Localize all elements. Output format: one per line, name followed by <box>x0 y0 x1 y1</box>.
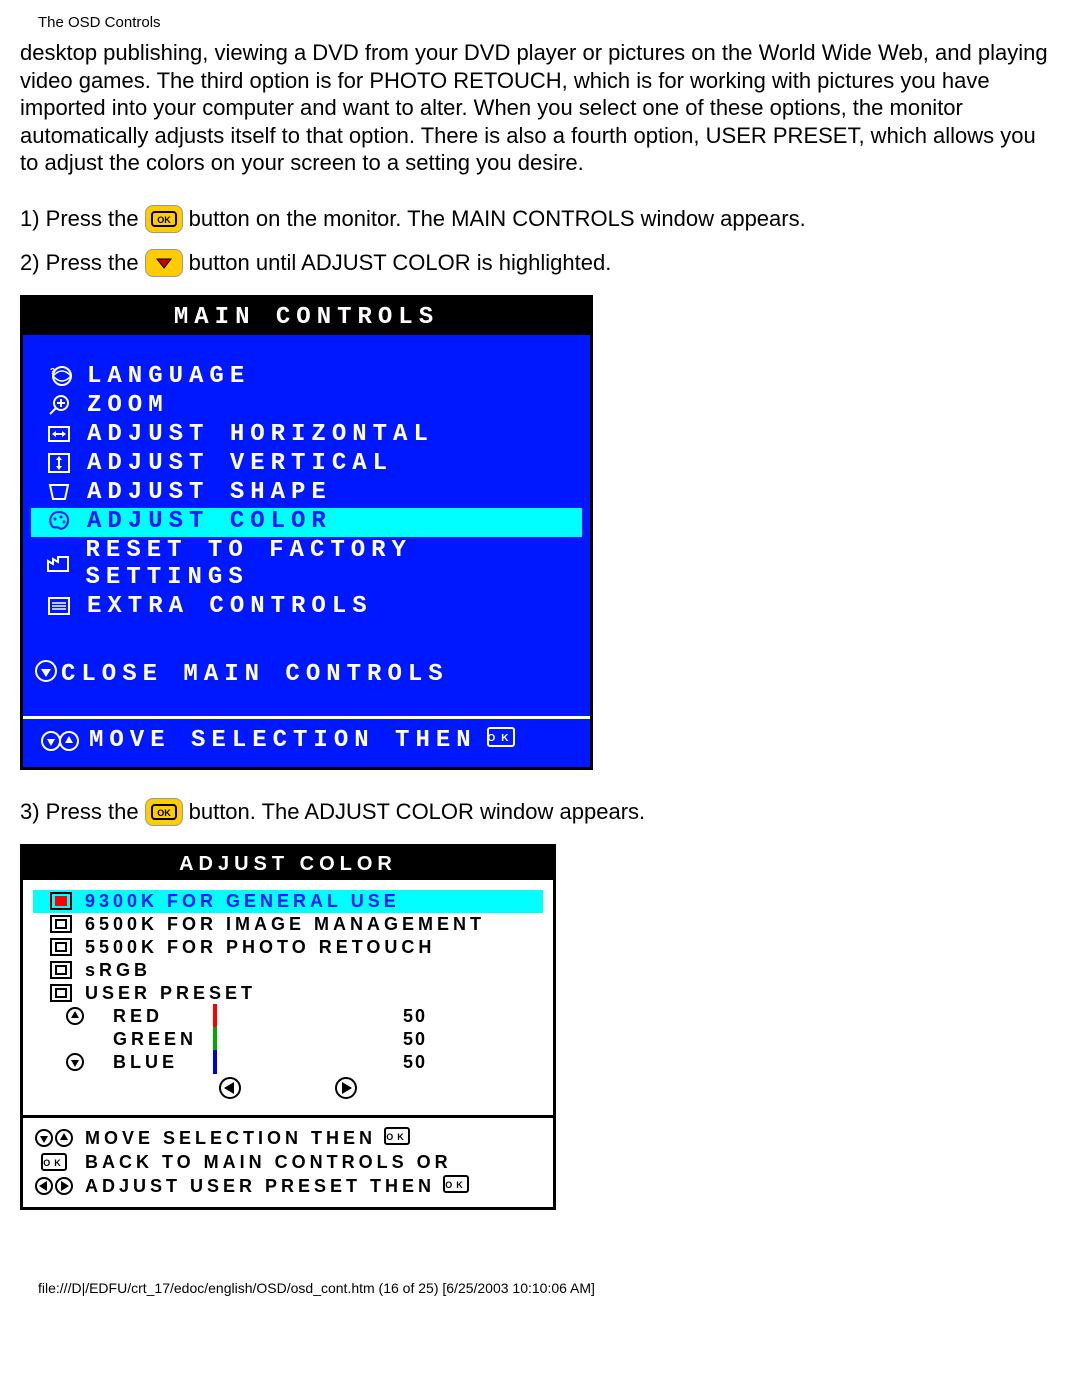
ok-button-icon: OK <box>145 205 183 233</box>
menu-label: LANGUAGE <box>87 363 250 390</box>
green-bar <box>213 1027 217 1051</box>
red-bar <box>213 1004 217 1028</box>
left-right-controls <box>33 1074 543 1109</box>
step-2-text-b: button until ADJUST COLOR is highlighted… <box>189 250 612 276</box>
slider-red[interactable]: RED 50 <box>33 1005 543 1028</box>
footer-text-1: MOVE SELECTION THEN <box>85 1128 376 1149</box>
menu-label: EXTRA CONTROLS <box>87 593 373 620</box>
ok-icon: OK <box>384 1127 410 1150</box>
close-label: CLOSE MAIN CONTROLS <box>61 661 449 688</box>
ok-button-icon: OK <box>145 798 183 826</box>
slider-green[interactable]: GREEN 50 <box>33 1028 543 1051</box>
color-item-5500k[interactable]: 5500K FOR PHOTO RETOUCH <box>33 936 543 959</box>
svg-text:?: ? <box>50 367 61 377</box>
svg-text:OK: OK <box>157 215 171 225</box>
menu-item-adjust-color[interactable]: ADJUST COLOR <box>31 508 582 537</box>
svg-text:OK: OK <box>157 808 171 818</box>
menu-item-close[interactable]: CLOSE MAIN CONTROLS <box>31 658 582 692</box>
footer-text-2: BACK TO MAIN CONTROLS OR <box>85 1152 452 1173</box>
main-controls-title: MAIN CONTROLS <box>23 298 590 335</box>
box-icon <box>37 984 85 1002</box>
box-icon <box>37 915 85 933</box>
menu-item-reset[interactable]: RESET TO FACTORY SETTINGS <box>31 537 582 593</box>
slider-value: 50 <box>383 1029 433 1050</box>
adjust-color-footer: MOVE SELECTION THEN OK OK BACK TO MAIN C… <box>23 1115 553 1207</box>
slider-label: BLUE <box>113 1052 213 1073</box>
menu-item-adjust-shape[interactable]: ADJUST SHAPE <box>31 479 582 508</box>
page-header: The OSD Controls <box>38 14 1060 31</box>
list-icon <box>31 593 87 619</box>
menu-item-adjust-vertical[interactable]: ADJUST VERTICAL <box>31 450 582 479</box>
item-label: 9300K FOR GENERAL USE <box>85 891 400 912</box>
step-3-text-a: 3) Press the <box>20 799 139 825</box>
ok-icon: OK <box>487 727 515 755</box>
svg-text:OK: OK <box>445 1180 467 1190</box>
svg-text:OK: OK <box>487 733 514 744</box>
step-1: 1) Press the OK button on the monitor. T… <box>20 205 1060 233</box>
step-1-text-b: button on the monitor. The MAIN CONTROLS… <box>189 206 806 232</box>
step-3: 3) Press the OK button. The ADJUST COLOR… <box>20 798 1060 826</box>
left-right-icon <box>31 1176 77 1196</box>
slider-blue[interactable]: BLUE 50 <box>33 1051 543 1074</box>
slider-label: GREEN <box>113 1029 213 1050</box>
menu-label: ZOOM <box>87 392 169 419</box>
adjust-color-title: ADJUST COLOR <box>23 847 553 880</box>
menu-item-adjust-horizontal[interactable]: ADJUST HORIZONTAL <box>31 421 582 450</box>
globe-icon: ? <box>31 363 87 389</box>
vertical-icon <box>31 450 87 476</box>
intro-paragraph: desktop publishing, viewing a DVD from y… <box>20 39 1060 177</box>
menu-label: ADJUST COLOR <box>87 508 332 535</box>
menu-item-zoom[interactable]: ZOOM <box>31 392 582 421</box>
item-label: USER PRESET <box>85 983 256 1004</box>
slider-value: 50 <box>383 1006 433 1027</box>
footer-text-3: ADJUST USER PRESET THEN <box>85 1176 435 1197</box>
menu-label: RESET TO FACTORY SETTINGS <box>86 537 582 591</box>
step-2-text-a: 2) Press the <box>20 250 139 276</box>
menu-label: ADJUST VERTICAL <box>87 450 393 477</box>
main-controls-osd: MAIN CONTROLS ? LANGUAGE ZOOM ADJUST HOR… <box>20 295 593 770</box>
item-label: 5500K FOR PHOTO RETOUCH <box>85 937 435 958</box>
zoom-icon <box>31 392 87 418</box>
down-arrow-button-icon <box>145 249 183 277</box>
color-item-9300k[interactable]: 9300K FOR GENERAL USE <box>33 890 543 913</box>
up-down-icon <box>31 1128 77 1148</box>
svg-text:OK: OK <box>386 1132 408 1142</box>
step-2: 2) Press the button until ADJUST COLOR i… <box>20 249 1060 277</box>
shape-icon <box>31 479 87 505</box>
svg-text:OK: OK <box>43 1158 65 1168</box>
up-indicator-icon <box>37 1007 113 1025</box>
main-controls-footer: MOVE SELECTION THEN OK <box>23 716 590 767</box>
close-icon <box>31 658 61 692</box>
palette-icon <box>31 508 87 534</box>
down-indicator-icon <box>37 1053 113 1071</box>
horizontal-icon <box>31 421 87 447</box>
slider-value: 50 <box>383 1052 433 1073</box>
blue-bar <box>213 1050 217 1074</box>
step-3-text-b: button. The ADJUST COLOR window appears. <box>189 799 646 825</box>
selected-box-icon <box>37 892 85 910</box>
page-footer-path: file:///D|/EDFU/crt_17/edoc/english/OSD/… <box>38 1280 1060 1296</box>
item-label: 6500K FOR IMAGE MANAGEMENT <box>85 914 485 935</box>
step-1-text-a: 1) Press the <box>20 206 139 232</box>
menu-label: ADJUST HORIZONTAL <box>87 421 434 448</box>
color-item-user-preset[interactable]: USER PRESET <box>33 982 543 1005</box>
adjust-color-osd: ADJUST COLOR 9300K FOR GENERAL USE 6500K… <box>20 844 556 1210</box>
menu-label: ADJUST SHAPE <box>87 479 332 506</box>
color-item-srgb[interactable]: sRGB <box>33 959 543 982</box>
factory-icon <box>31 551 86 577</box>
up-down-icon <box>31 729 89 753</box>
footer-text: MOVE SELECTION THEN <box>89 727 477 754</box>
menu-item-extra-controls[interactable]: EXTRA CONTROLS <box>31 593 582 622</box>
item-label: sRGB <box>85 960 151 981</box>
box-icon <box>37 961 85 979</box>
color-item-6500k[interactable]: 6500K FOR IMAGE MANAGEMENT <box>33 913 543 936</box>
slider-label: RED <box>113 1006 213 1027</box>
ok-icon: OK <box>443 1175 469 1198</box>
ok-icon: OK <box>31 1153 77 1171</box>
box-icon <box>37 938 85 956</box>
menu-item-language[interactable]: ? LANGUAGE <box>31 363 582 392</box>
